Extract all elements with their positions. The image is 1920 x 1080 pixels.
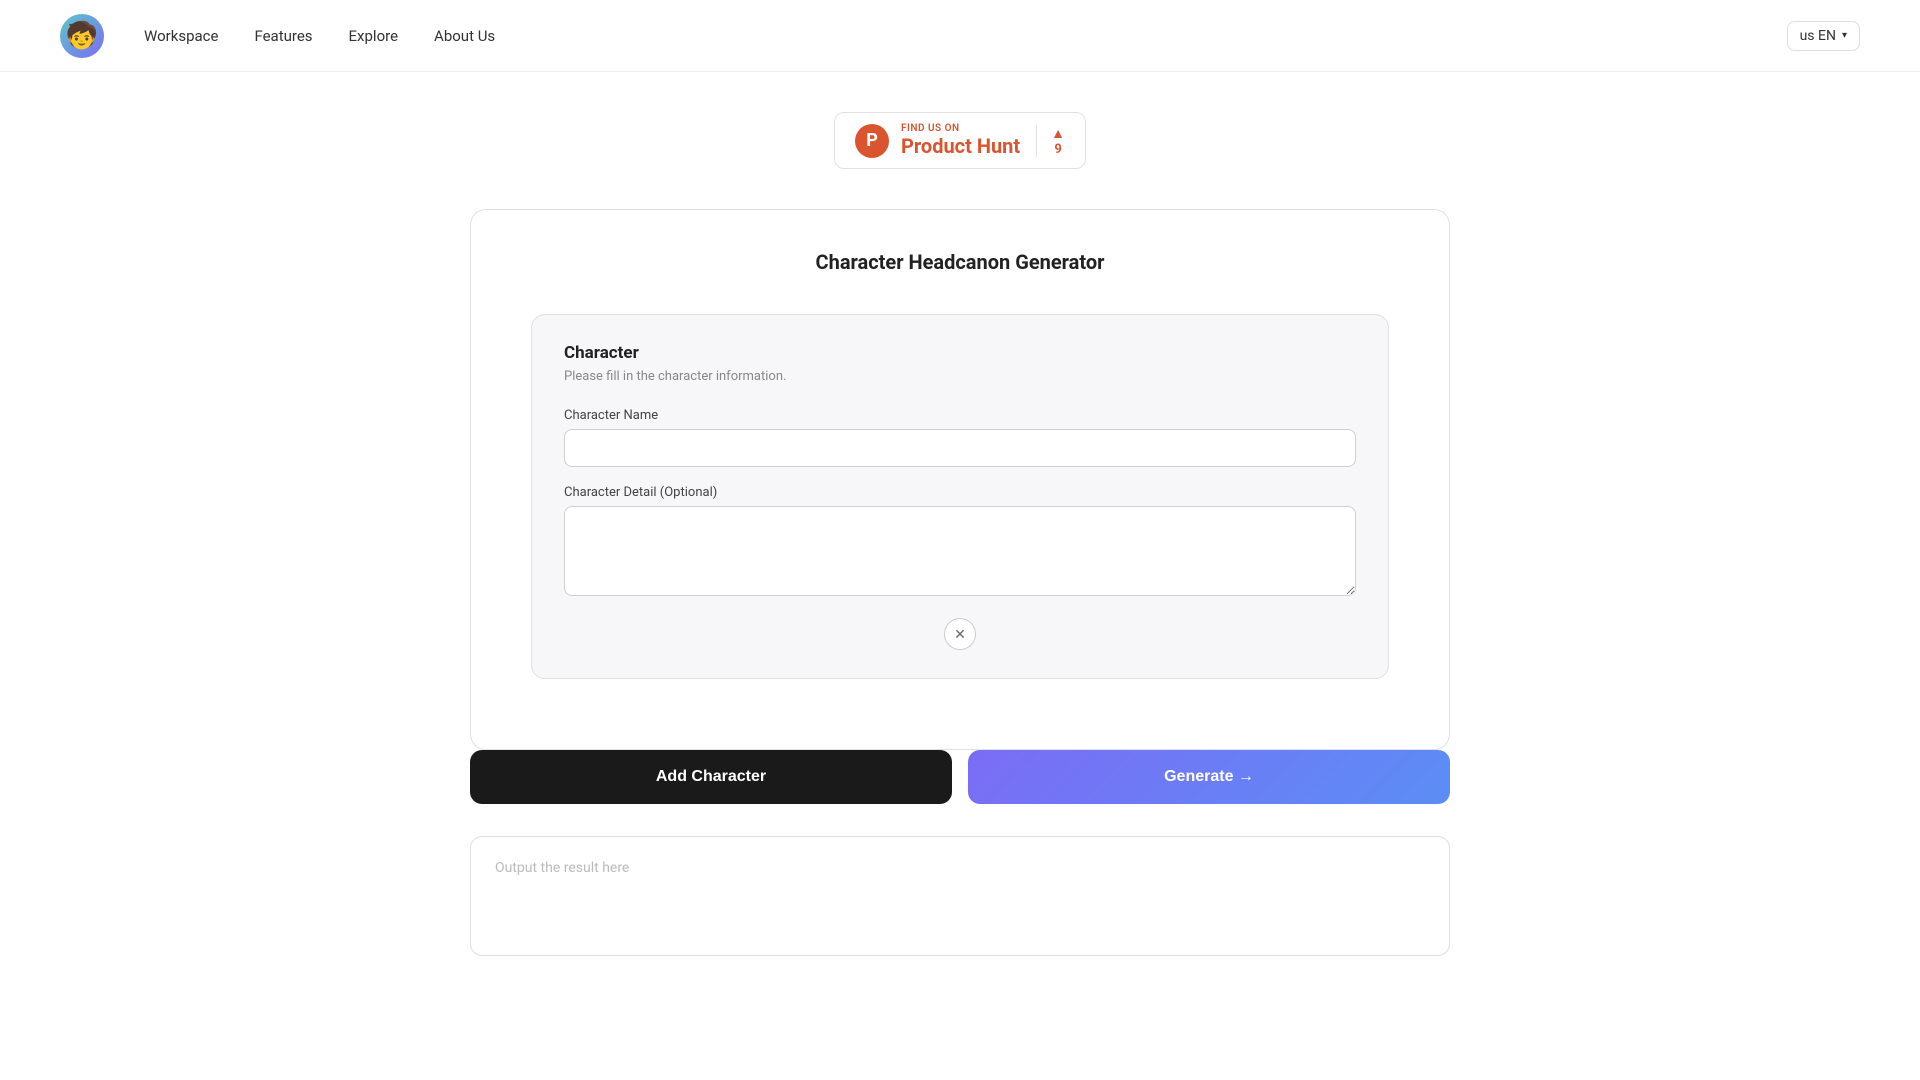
nav-explore[interactable]: Explore <box>349 27 399 45</box>
character-card-subtitle: Please fill in the character information… <box>564 369 1356 384</box>
vote-count: 9 <box>1054 142 1061 157</box>
action-buttons: Add Character Generate → <box>470 750 1450 804</box>
add-character-button[interactable]: Add Character <box>470 750 952 804</box>
remove-character-button[interactable]: ✕ <box>944 618 976 650</box>
product-hunt-banner[interactable]: P FIND US ON Product Hunt ▲ 9 <box>834 112 1086 169</box>
character-name-label: Character Name <box>564 408 1356 423</box>
nav-features[interactable]: Features <box>254 27 312 45</box>
output-placeholder: Output the result here <box>495 860 629 876</box>
character-card-title: Character <box>564 343 1356 363</box>
character-card: Character Please fill in the character i… <box>531 314 1389 679</box>
remove-btn-area: ✕ <box>564 618 1356 650</box>
character-detail-label: Character Detail (Optional) <box>564 485 1356 500</box>
logo-area[interactable]: 🧒 <box>60 14 104 58</box>
product-hunt-logo: P <box>855 124 889 158</box>
product-hunt-votes: ▲ 9 <box>1036 125 1065 157</box>
main-nav: Workspace Features Explore About Us <box>144 27 1787 45</box>
product-hunt-find-label: FIND US ON <box>901 123 1020 134</box>
character-detail-input[interactable] <box>564 506 1356 596</box>
character-name-input[interactable] <box>564 429 1356 467</box>
output-area: Output the result here <box>470 836 1450 956</box>
product-hunt-name: Product Hunt <box>901 134 1020 158</box>
main-card-container: Character Headcanon Generator Character … <box>470 209 1450 750</box>
page-title: Character Headcanon Generator <box>531 250 1389 274</box>
chevron-down-icon: ▾ <box>1842 30 1847 41</box>
generate-button[interactable]: Generate → <box>968 750 1450 804</box>
header: 🧒 Workspace Features Explore About Us us… <box>0 0 1920 72</box>
main-content: P FIND US ON Product Hunt ▲ 9 Character … <box>0 72 1920 996</box>
product-hunt-text: FIND US ON Product Hunt <box>901 123 1020 158</box>
language-label: us EN <box>1800 28 1836 44</box>
upvote-arrow-icon: ▲ <box>1051 125 1065 142</box>
close-icon: ✕ <box>954 626 966 643</box>
logo-avatar: 🧒 <box>60 14 104 58</box>
nav-about[interactable]: About Us <box>434 27 495 45</box>
language-selector[interactable]: us EN ▾ <box>1787 21 1860 51</box>
nav-workspace[interactable]: Workspace <box>144 27 218 45</box>
